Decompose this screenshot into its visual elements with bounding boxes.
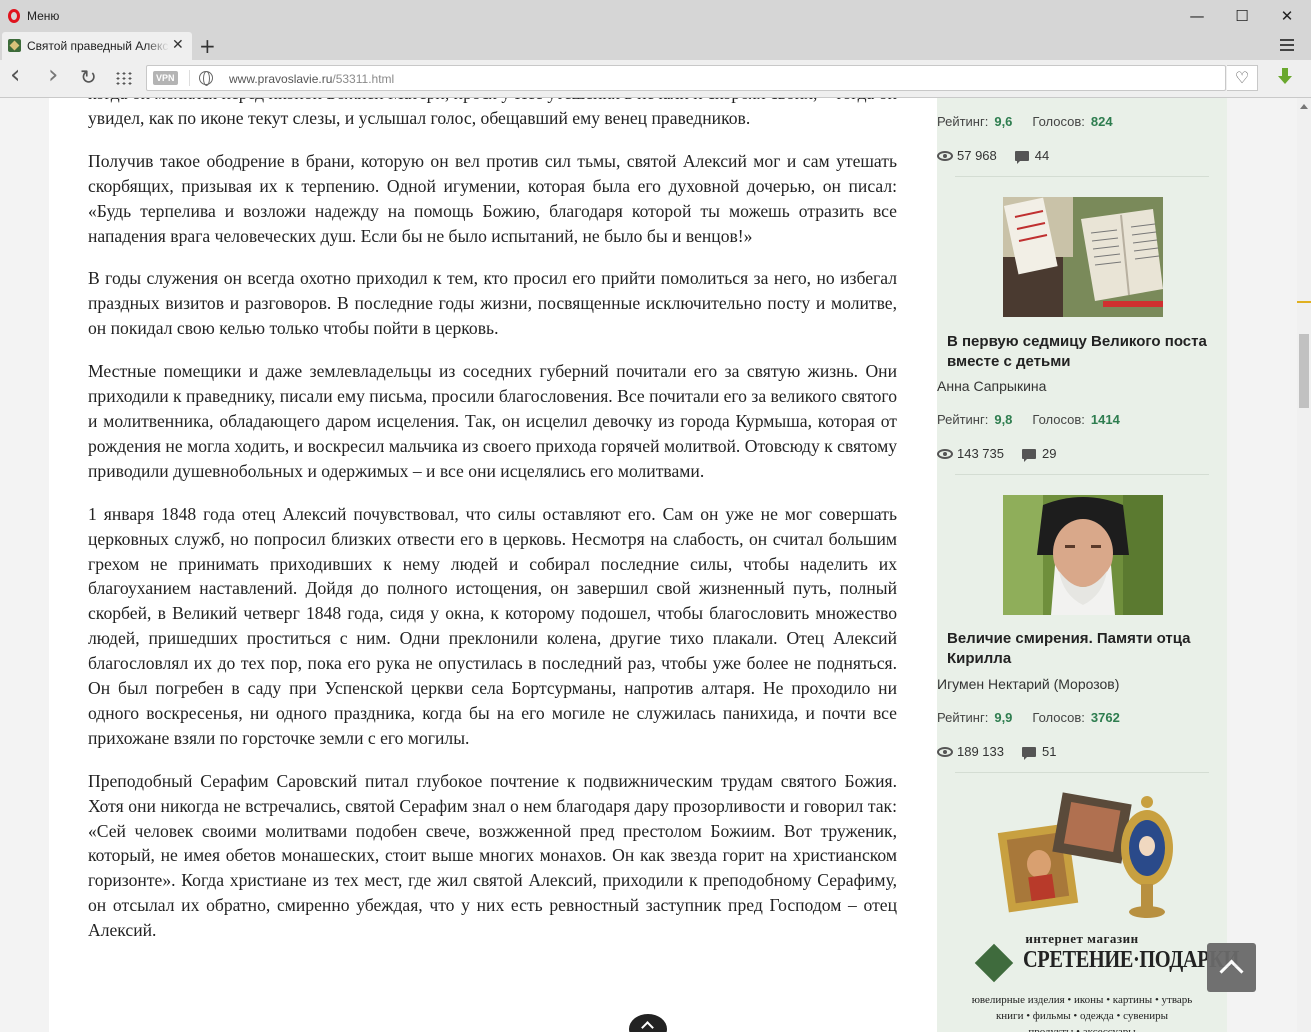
opera-logo-icon[interactable] bbox=[8, 9, 20, 23]
votes-label: Голосов: bbox=[1032, 412, 1085, 427]
card-author[interactable]: Игумен Нектарий (Морозов) bbox=[937, 676, 1227, 692]
url-host: www.pravoslavie.ru bbox=[229, 72, 333, 86]
votes-value: 824 bbox=[1090, 114, 1113, 129]
rating-value: 9,8 bbox=[994, 412, 1013, 427]
tab-strip: Святой праведный Алексий ✕ + bbox=[0, 32, 1311, 60]
shop-desc-line: книги • фильмы • одежда • сувениры bbox=[995, 1010, 1169, 1022]
address-separator bbox=[189, 70, 190, 86]
scrollbar-thumb[interactable] bbox=[1299, 334, 1309, 408]
comment-icon bbox=[1014, 151, 1029, 164]
vpn-badge[interactable]: VPN bbox=[153, 71, 178, 85]
shop-logo-icon[interactable] bbox=[974, 943, 1014, 983]
card-image-elder-portrait[interactable] bbox=[1003, 495, 1163, 615]
votes-label: Голосов: bbox=[1032, 710, 1085, 725]
back-button[interactable]: ‹ bbox=[10, 60, 20, 90]
comments-count: 51 bbox=[1042, 744, 1057, 759]
scroll-to-top-button[interactable] bbox=[1207, 943, 1256, 992]
card-author[interactable]: Анна Сапрыкина bbox=[937, 378, 1227, 394]
new-tab-button[interactable]: + bbox=[199, 34, 216, 58]
rating-label: Рейтинг: bbox=[937, 710, 989, 725]
card-divider bbox=[955, 176, 1209, 177]
page-scrollbar[interactable] bbox=[1297, 98, 1311, 1032]
card-divider bbox=[955, 772, 1209, 773]
close-window-button[interactable]: ✕ bbox=[1265, 4, 1309, 28]
shop-kicker[interactable]: интернет магазин bbox=[937, 931, 1227, 947]
bookmark-heart-button[interactable]: ♡ bbox=[1227, 65, 1258, 91]
article-paragraph: Преподобный Серафим Саровский питал глуб… bbox=[88, 770, 897, 941]
views-count: 57 968 bbox=[957, 148, 997, 163]
browser-toolbar: ‹ › ↻ VPN www.pravoslavie.ru/53311.html … bbox=[0, 60, 1311, 98]
speed-dial-icon[interactable] bbox=[115, 71, 133, 85]
tab-active[interactable]: Святой праведный Алексий ✕ bbox=[2, 32, 192, 60]
scroll-find-marker bbox=[1297, 301, 1311, 303]
card-image-children-book[interactable] bbox=[1003, 197, 1163, 317]
comments-count: 29 bbox=[1042, 446, 1057, 461]
forward-button[interactable]: › bbox=[48, 60, 58, 90]
rating-label: Рейтинг: bbox=[937, 114, 989, 129]
globe-icon bbox=[199, 71, 213, 86]
tab-title: Святой праведный Алексий bbox=[27, 39, 169, 53]
rating-label: Рейтинг: bbox=[937, 412, 989, 427]
download-icon[interactable] bbox=[1278, 68, 1292, 86]
rating-row: Рейтинг: 9,9 Голосов: 3762 bbox=[937, 710, 1227, 725]
votes-label: Голосов: bbox=[1032, 114, 1085, 129]
sidebar: Рейтинг: 9,6 Голосов: 824 57 968 44 В первую… bbox=[937, 98, 1239, 1032]
comment-icon bbox=[1022, 449, 1036, 462]
votes-value: 3762 bbox=[1090, 710, 1120, 725]
stats-row: 57 968 44 bbox=[937, 148, 1227, 164]
article-paragraph: Местные помещики и даже землевладельцы и… bbox=[88, 361, 897, 481]
rating-value: 9,6 bbox=[994, 114, 1013, 129]
page-viewport: когда он молился перед иконой Божией Мат… bbox=[0, 98, 1297, 1032]
shop-ad-banner-image[interactable] bbox=[997, 788, 1187, 928]
rating-row: Рейтинг: 9,6 Голосов: 824 bbox=[937, 114, 1227, 129]
article-paragraph: когда он молился перед иконой Божией Мат… bbox=[88, 98, 897, 128]
eye-icon bbox=[937, 151, 953, 161]
window-titlebar: Меню — ☐ ✕ bbox=[0, 0, 1311, 32]
comments-count: 44 bbox=[1034, 148, 1050, 163]
maximize-button[interactable]: ☐ bbox=[1220, 4, 1264, 28]
scroll-up-arrow-icon[interactable] bbox=[1300, 104, 1308, 109]
stats-row: 143 735 29 bbox=[937, 446, 1227, 462]
rating-value: 9,9 bbox=[994, 710, 1013, 725]
article-paragraph: В годы служения он всегда охотно приходи… bbox=[88, 268, 897, 339]
comment-icon bbox=[1022, 747, 1036, 760]
address-bar[interactable]: VPN www.pravoslavie.ru/53311.html bbox=[146, 65, 1226, 91]
url-path: /53311.html bbox=[332, 72, 395, 86]
views-count: 143 735 bbox=[957, 446, 1004, 461]
article-paragraph: 1 января 1848 года отец Алексий почувств… bbox=[88, 503, 897, 748]
views-count: 189 133 bbox=[957, 744, 1004, 759]
article-column: когда он молился перед иконой Божией Мат… bbox=[49, 98, 937, 1032]
menu-button[interactable]: Меню bbox=[27, 9, 59, 23]
url-text[interactable]: www.pravoslavie.ru/53311.html bbox=[229, 72, 394, 86]
card-divider bbox=[955, 474, 1209, 475]
shop-desc-line: продукты • аксессуары bbox=[1028, 1026, 1136, 1032]
eye-icon bbox=[937, 449, 953, 459]
article-paragraph: Получив такое ободрение в брани, которую… bbox=[88, 150, 897, 246]
minimize-button[interactable]: — bbox=[1175, 4, 1219, 28]
stats-row: 189 133 51 bbox=[937, 744, 1227, 760]
card-title-link[interactable]: В первую седмицу Великого поста вместе с… bbox=[947, 332, 1217, 372]
reload-button[interactable]: ↻ bbox=[80, 65, 97, 89]
eye-icon bbox=[937, 747, 953, 757]
rating-row: Рейтинг: 9,8 Голосов: 1414 bbox=[937, 412, 1227, 427]
article-body: когда он молился перед иконой Божией Мат… bbox=[88, 98, 897, 961]
tab-menu-icon[interactable] bbox=[1280, 39, 1294, 51]
shop-description[interactable]: ювелирные изделия • иконы • картины • ут… bbox=[937, 992, 1227, 1032]
shop-desc-line: ювелирные изделия • иконы • картины • ут… bbox=[971, 994, 1193, 1006]
votes-value: 1414 bbox=[1090, 412, 1120, 427]
tab-close-icon[interactable]: ✕ bbox=[172, 37, 184, 53]
card-title-link[interactable]: Величие смирения. Памяти отца Кирилла bbox=[947, 629, 1217, 669]
site-favicon-icon bbox=[8, 39, 21, 52]
